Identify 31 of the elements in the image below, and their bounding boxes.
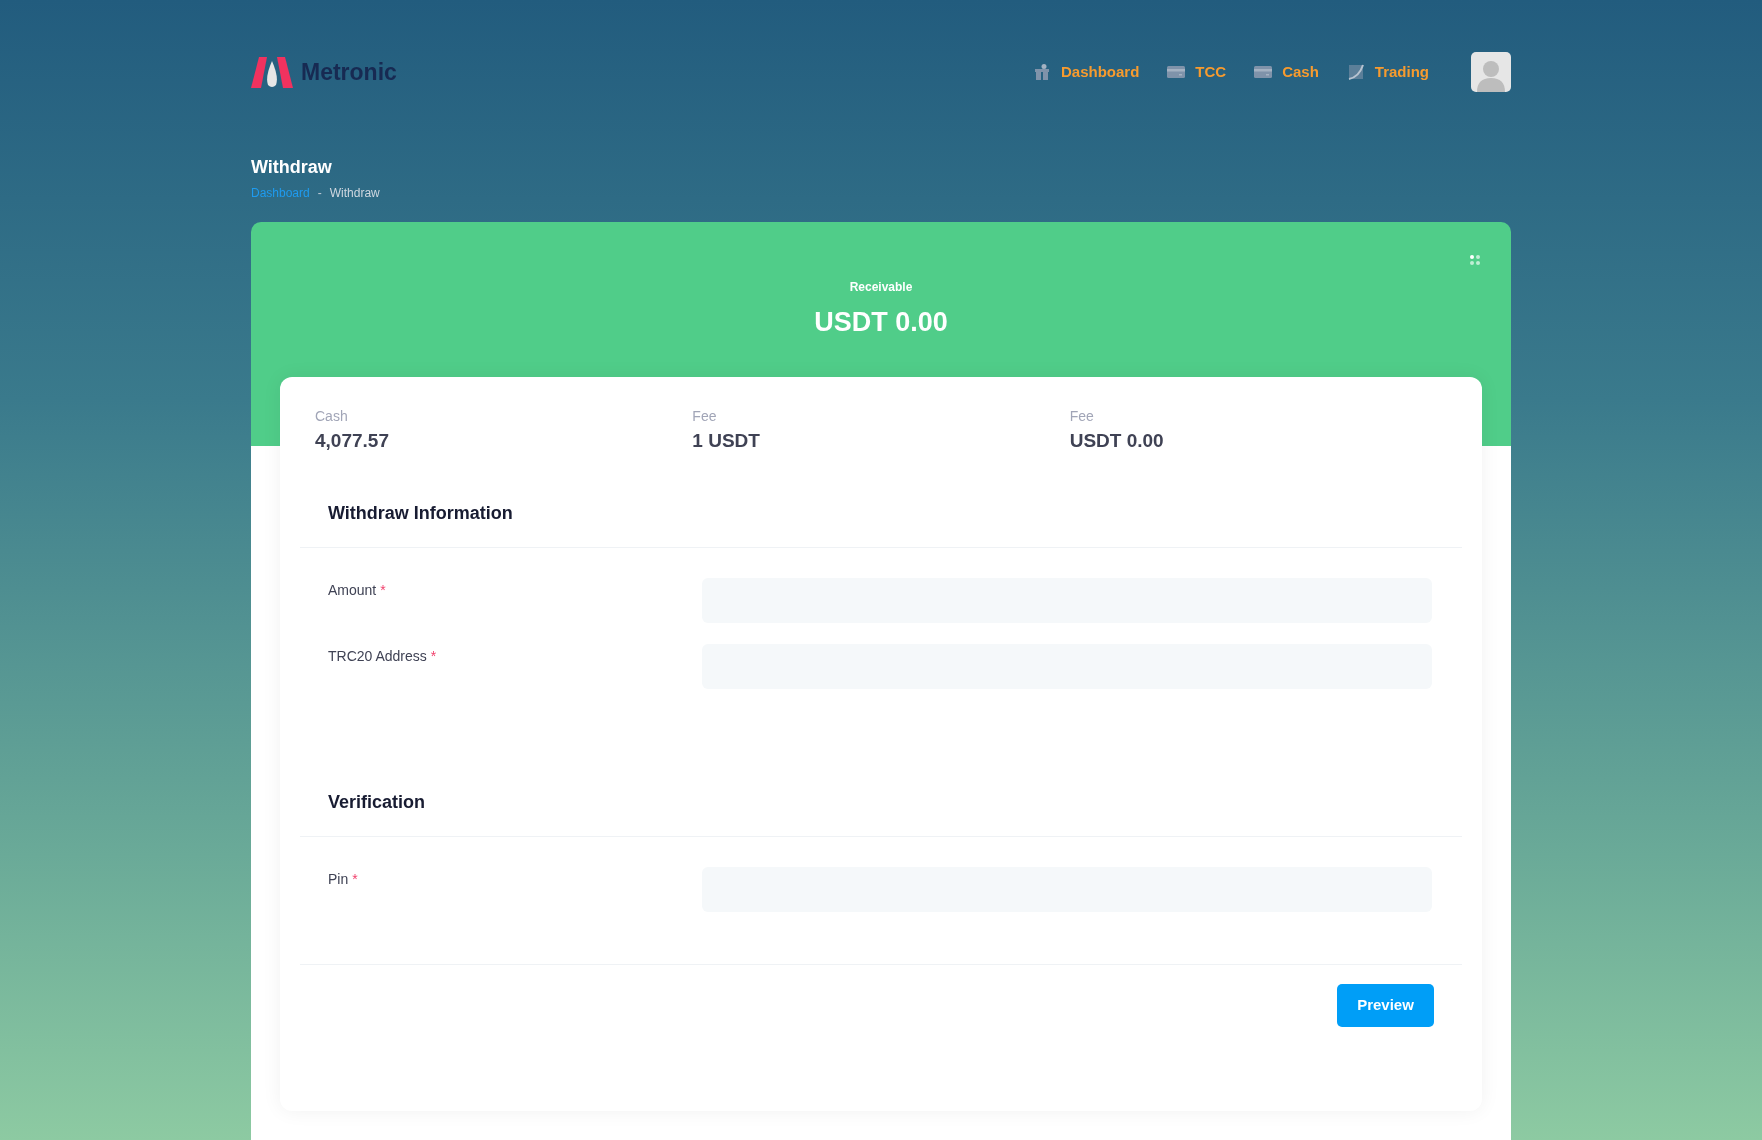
breadcrumb-link[interactable]: Dashboard — [251, 184, 310, 202]
nav-link[interactable]: Dashboard — [1032, 60, 1140, 84]
user-silhouette-icon — [1476, 58, 1506, 92]
brand-name: Metronic — [301, 57, 397, 87]
nav-link[interactable]: Trading — [1346, 60, 1429, 84]
nav-link[interactable]: TCC — [1167, 60, 1227, 84]
breadcrumb-current: Withdraw — [329, 185, 380, 202]
field-label: Amount * — [328, 580, 387, 600]
dots-menu-icon[interactable] — [1469, 254, 1481, 266]
stat-value: 1 USDT — [692, 429, 761, 453]
avatar[interactable] — [1471, 52, 1511, 92]
stat-value: 4,077.57 — [315, 429, 390, 453]
field-label: TRC20 Address * — [328, 646, 438, 666]
stat-label: Cash — [315, 407, 349, 426]
field-label: Pin * — [328, 869, 359, 889]
receivable-amount: USDT 0.00 — [814, 306, 948, 339]
section-title: Withdraw Information — [328, 501, 513, 525]
page-title: Withdraw — [251, 156, 333, 178]
preview-button[interactable]: Preview — [1337, 983, 1434, 1027]
curve-icon — [1346, 63, 1365, 81]
receivable-label: Receivable — [849, 279, 913, 296]
section-title: Verification — [328, 790, 426, 814]
gift-icon — [1032, 63, 1051, 81]
breadcrumb-separator: - — [317, 185, 322, 202]
nav-link[interactable]: Cash — [1254, 60, 1319, 84]
stat-label: Fee — [1069, 407, 1095, 426]
stat-value: USDT 0.00 — [1069, 429, 1165, 453]
logo-icon — [251, 56, 293, 88]
credit-card-icon — [1254, 65, 1273, 79]
credit-card-icon — [1167, 65, 1186, 79]
stat-label: Fee — [692, 407, 718, 426]
